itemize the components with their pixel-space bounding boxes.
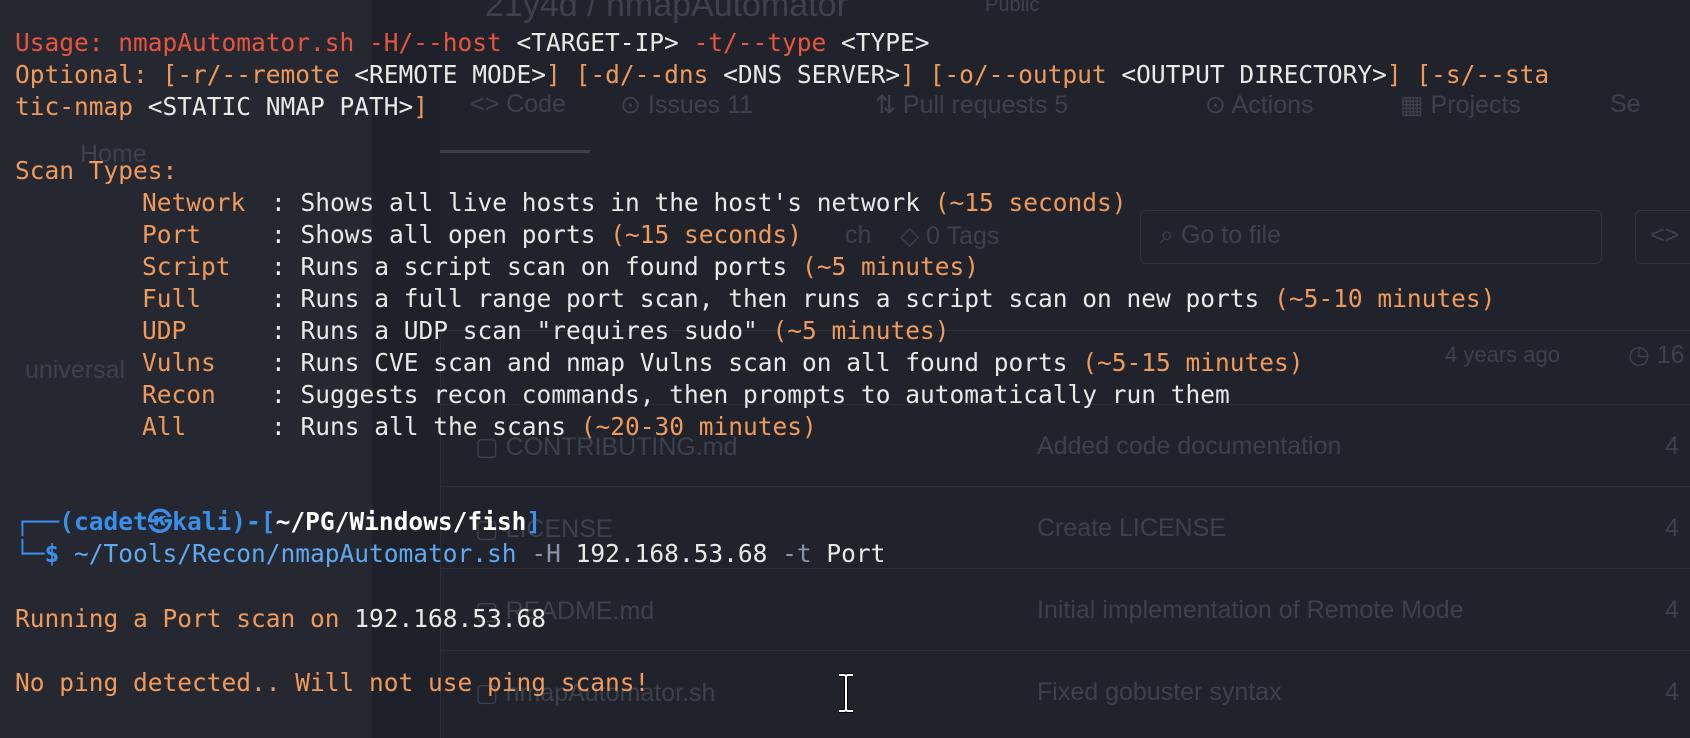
no-ping-message: No ping detected.. Will not use ping sca… [15, 668, 650, 697]
scan-type-row: Recon: Suggests recon commands, then pro… [142, 380, 1230, 409]
running-line: Running a Port scan on 192.168.53.68 [15, 604, 547, 633]
scan-types-header: Scan Types: [15, 156, 178, 185]
scan-type-row: Port: Shows all open ports (~15 seconds) [142, 220, 803, 249]
prompt-line: ┌──(cadet㉿kali)-[~/PG/Windows/fish] [15, 507, 542, 536]
text-cursor-icon [839, 673, 853, 713]
scan-type-row: Full: Runs a full range port scan, then … [142, 284, 1496, 313]
scan-type-row: Network: Shows all live hosts in the hos… [142, 188, 1127, 217]
optional-line-continued: tic-nmap <STATIC NMAP PATH>] [15, 92, 429, 121]
optional-line: Optional: [-r/--remote <REMOTE MODE>] [-… [15, 60, 1550, 89]
scan-type-row: Script: Runs a script scan on found port… [142, 252, 980, 281]
scan-type-row: UDP: Runs a UDP scan "requires sudo" (~5… [142, 316, 950, 345]
usage-line: Usage: nmapAutomator.sh -H/--host <TARGE… [15, 28, 930, 57]
scan-type-row: Vulns: Runs CVE scan and nmap Vulns scan… [142, 348, 1304, 377]
command-line[interactable]: └─$ ~/Tools/Recon/nmapAutomator.sh -H 19… [15, 538, 885, 570]
scan-type-row: All: Runs all the scans (~20-30 minutes) [142, 412, 817, 441]
prompt-corner-icon: ┌──( [15, 507, 75, 536]
prompt-corner-bottom-icon: └─ [15, 539, 45, 568]
terminal-output[interactable]: Usage: nmapAutomator.sh -H/--host <TARGE… [0, 0, 1690, 738]
